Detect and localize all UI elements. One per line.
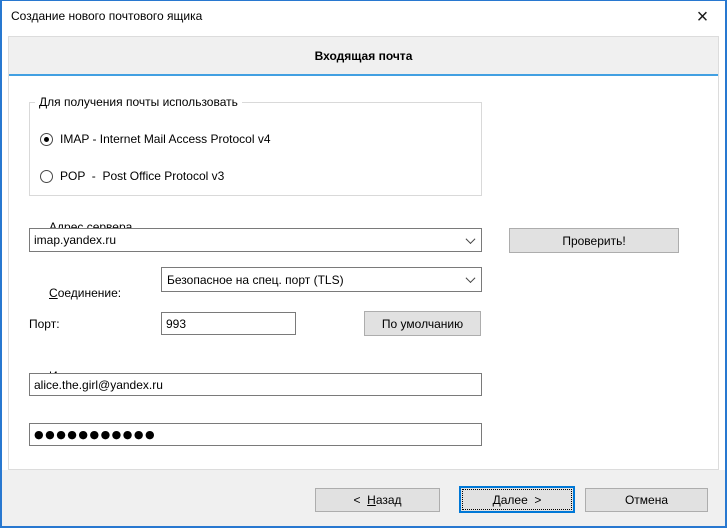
connection-select[interactable]: Безопасное на спец. порт (TLS): [161, 267, 482, 292]
connection-selected-value: Безопасное на спец. порт (TLS): [162, 273, 459, 287]
radio-option-pop[interactable]: POP - Post Office Protocol v3: [40, 168, 224, 184]
server-address-combobox[interactable]: [29, 228, 482, 252]
username-input[interactable]: [29, 373, 482, 396]
cancel-button[interactable]: Отмена: [585, 488, 708, 512]
radio-unselected-icon[interactable]: [40, 170, 53, 183]
dialog-window: Создание нового почтового ящика × Входящ…: [0, 0, 727, 528]
close-button[interactable]: ×: [680, 1, 725, 33]
window-title: Создание нового почтового ящика: [11, 9, 202, 23]
radio-label-imap: IMAP - Internet Mail Access Protocol v4: [60, 132, 271, 146]
radio-option-imap[interactable]: IMAP - Internet Mail Access Protocol v4: [40, 131, 271, 147]
page-header: Входящая почта: [9, 37, 718, 76]
title-bar: Создание нового почтового ящика ×: [0, 0, 727, 35]
wizard-panel: Входящая почта Для получения почты испол…: [8, 36, 719, 470]
back-button[interactable]: < Назад: [315, 488, 440, 512]
protocol-groupbox: Для получения почты использовать IMAP - …: [29, 102, 482, 196]
port-label: Порт:: [29, 317, 60, 331]
connection-dropdown[interactable]: [459, 268, 481, 291]
server-combo-dropdown[interactable]: [459, 229, 481, 251]
page-title: Входящая почта: [315, 49, 413, 63]
chevron-down-icon: [465, 234, 475, 244]
protocol-group-legend: Для получения почты использовать: [35, 95, 242, 109]
check-server-button[interactable]: Проверить!: [509, 228, 679, 253]
close-icon: ×: [697, 7, 709, 27]
radio-selected-icon[interactable]: [40, 133, 53, 146]
connection-label: Соединение:: [29, 272, 121, 314]
password-input[interactable]: [29, 423, 482, 446]
next-button[interactable]: Далее >: [459, 486, 575, 513]
port-input[interactable]: [161, 312, 296, 335]
radio-label-pop: POP - Post Office Protocol v3: [60, 169, 224, 183]
chevron-down-icon: [465, 273, 475, 283]
default-port-button[interactable]: По умолчанию: [364, 311, 481, 336]
footer-bar: < Назад Далее > Отмена: [0, 470, 727, 528]
server-address-input[interactable]: [30, 229, 459, 251]
